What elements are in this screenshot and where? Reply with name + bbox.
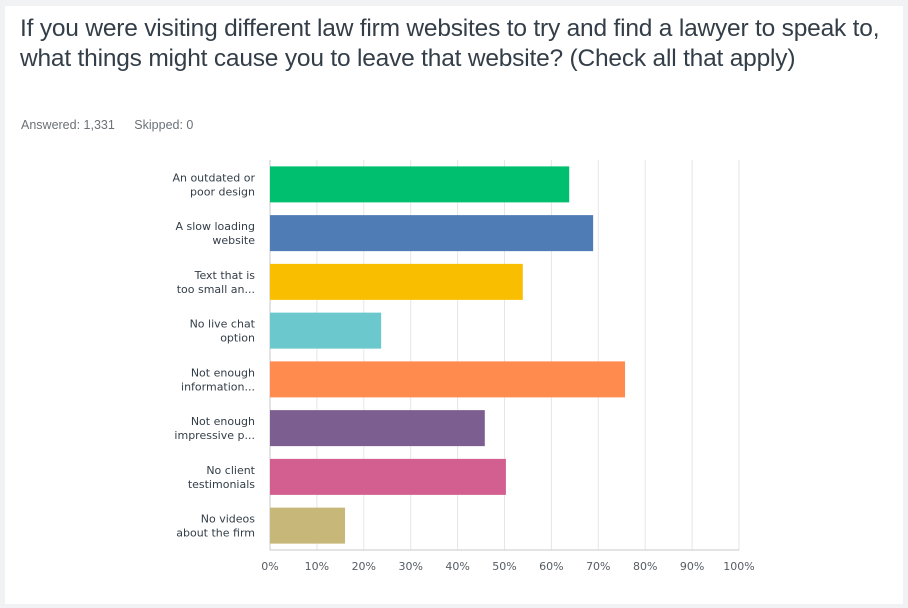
category-label: No client testimonials	[188, 464, 256, 491]
category-label: An outdated or poor design	[172, 171, 255, 198]
bar	[270, 410, 485, 447]
x-tick-label: 20%	[352, 560, 376, 573]
x-tick-label: 30%	[398, 560, 422, 573]
bar	[270, 507, 346, 544]
category-label: Not enough impressive p...	[174, 415, 255, 442]
x-tick-label: 90%	[680, 560, 704, 573]
bar	[270, 215, 594, 252]
x-tick-label: 60%	[539, 560, 563, 573]
bar	[270, 361, 626, 398]
bar	[270, 263, 523, 300]
category-label: No live chat option	[190, 318, 256, 345]
x-tick-label: 0%	[261, 560, 278, 573]
x-tick-label: 40%	[445, 560, 469, 573]
x-tick-label: 80%	[633, 560, 657, 573]
category-label: Text that is too small an...	[177, 269, 256, 296]
category-label: Not enough information...	[181, 366, 255, 393]
x-tick-label: 50%	[492, 560, 516, 573]
x-tick-label: 100%	[723, 560, 754, 573]
bar-chart: 0% 10% 20% 30% 40% 50% 60% 70% 80% 90% 100% An outd…	[172, 160, 755, 573]
bar	[270, 312, 382, 349]
category-label: A slow loading website	[175, 220, 255, 247]
category-label: No videos about the firm	[176, 513, 255, 540]
bar	[270, 458, 506, 495]
x-tick-label: 10%	[305, 560, 329, 573]
bar	[270, 166, 570, 203]
x-tick-label: 70%	[586, 560, 610, 573]
